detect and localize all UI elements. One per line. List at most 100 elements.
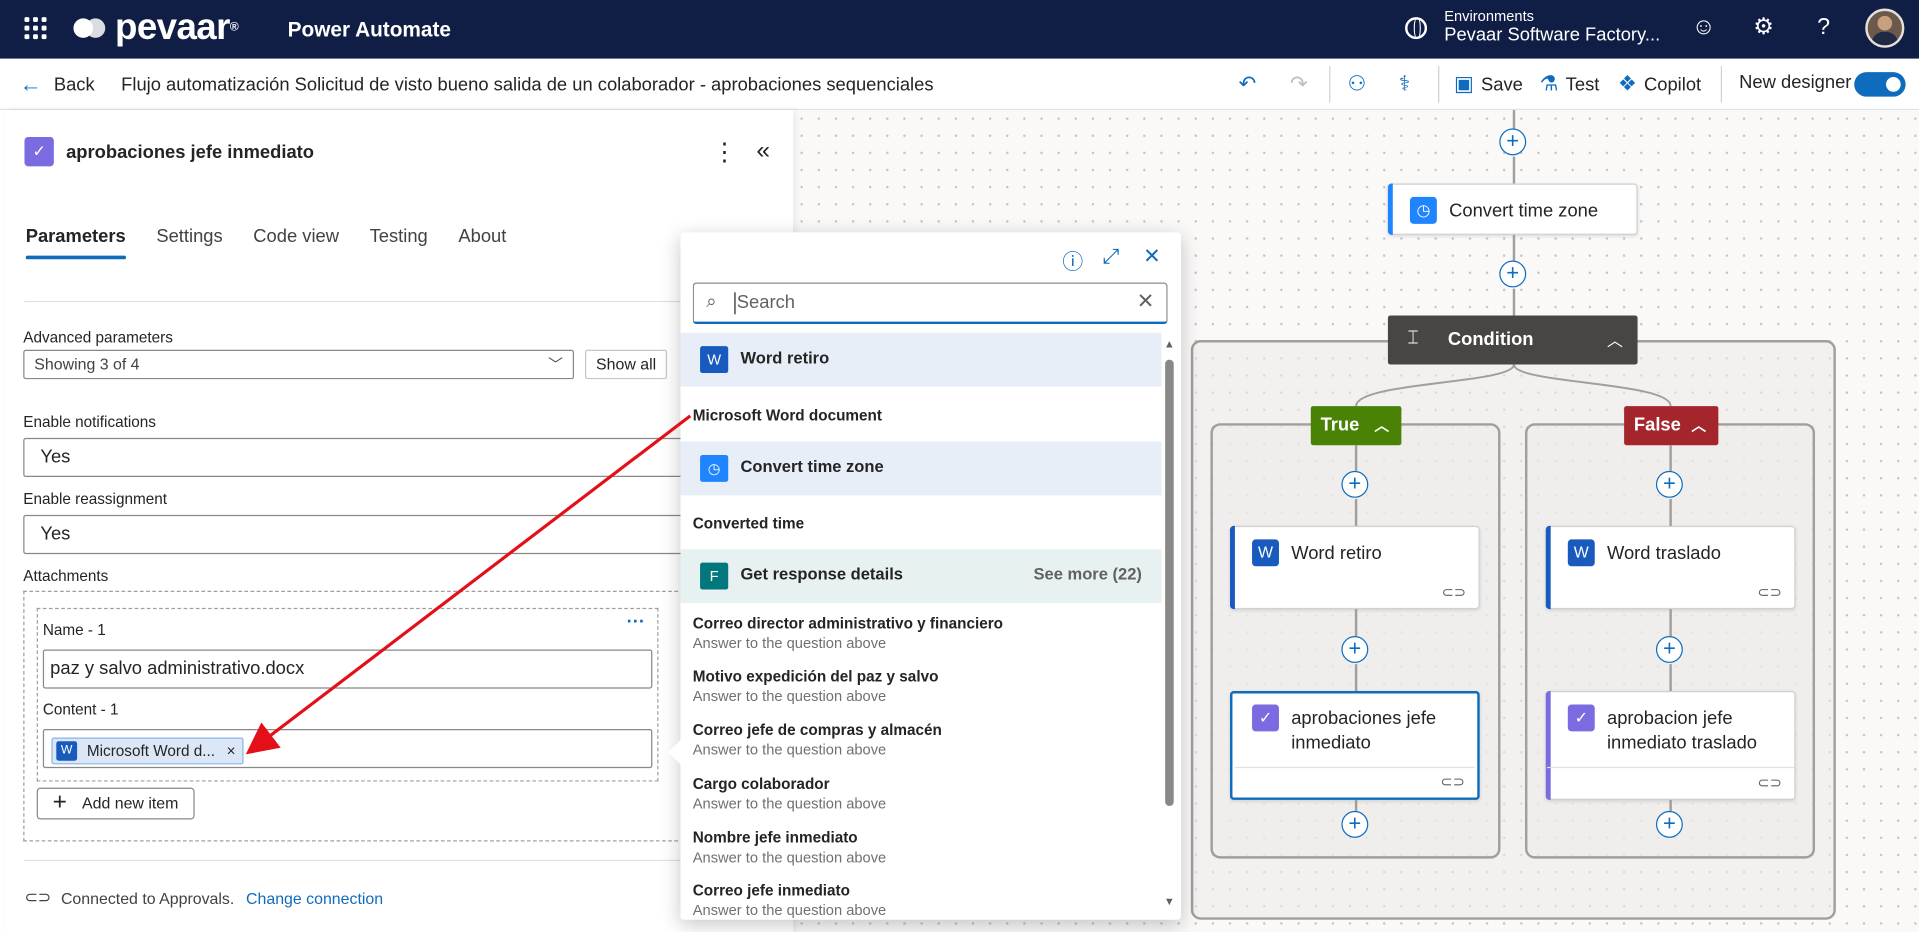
copilot-button[interactable]: ❖ Copilot — [1618, 72, 1701, 96]
list-item[interactable]: Cargo colaborador Answer to the question… — [693, 774, 1158, 813]
aprobaciones-jefe-inmediato-node[interactable]: ✓ aprobaciones jefe inmediato ⊂⊃ — [1230, 691, 1480, 800]
enable-notifications-field[interactable]: Yes — [23, 437, 685, 478]
save-button[interactable]: ▣ Save — [1454, 72, 1523, 96]
content-label: Content - 1 — [42, 700, 119, 718]
insert-step-plus-icon[interactable]: + — [1341, 636, 1369, 663]
token-remove-icon[interactable]: × — [227, 742, 236, 759]
list-item[interactable]: Correo jefe de compras y almacén Answer … — [693, 720, 1158, 759]
expand-icon[interactable]: ⤢ — [1103, 245, 1120, 269]
list-item[interactable]: Correo director administrativo y financi… — [693, 614, 1158, 653]
clear-icon[interactable]: ✕ — [1137, 290, 1154, 314]
connector — [1354, 445, 1357, 471]
connector — [1512, 234, 1515, 261]
dynamic-content-token[interactable]: W Microsoft Word d... × — [51, 737, 245, 765]
flow-checker-button[interactable]: ⚇ — [1348, 72, 1367, 96]
scroll-down-icon[interactable]: ▼ — [1164, 895, 1175, 907]
aprobacion-jefe-inmediato-traslado-node[interactable]: ✓ aprobacion jefe inmediato traslado ⊂⊃ — [1545, 691, 1796, 800]
list-item[interactable]: Correo jefe inmediato Answer to the ques… — [693, 881, 1158, 920]
show-all-button[interactable]: Show all — [585, 349, 668, 380]
group-convert-time-zone[interactable]: ◷ Convert time zone — [680, 441, 1162, 496]
smiley-icon[interactable]: ☺ — [1690, 15, 1717, 42]
divider — [24, 300, 774, 303]
scroll-thumb[interactable] — [1165, 359, 1174, 807]
see-more-link[interactable]: See more (22) — [1034, 565, 1142, 583]
content-field[interactable]: W Microsoft Word d... × — [42, 728, 653, 769]
tab-settings[interactable]: Settings — [156, 226, 222, 259]
help-icon[interactable]: ? — [1810, 15, 1837, 42]
panel-title[interactable]: aprobaciones jefe inmediato — [66, 142, 314, 163]
list-item[interactable]: Microsoft Word document — [693, 406, 1158, 426]
change-connection-link[interactable]: Change connection — [246, 889, 383, 907]
group-get-response-details[interactable]: F Get response details See more (22) — [680, 549, 1162, 603]
attachment-item: Name - 1 ··· paz y salvo administrativo.… — [36, 607, 659, 782]
group-label: Get response details — [740, 565, 904, 584]
scroll-up-icon[interactable]: ▲ — [1164, 338, 1175, 350]
environment-picker[interactable]: Pevaar Software Factory... — [1444, 24, 1660, 45]
test-button[interactable]: ⚗ Test — [1540, 72, 1600, 96]
search-input[interactable]: ⌕ Search ✕ — [692, 282, 1168, 325]
avatar[interactable] — [1865, 8, 1905, 48]
advanced-parameters-dropdown[interactable]: Showing 3 of 4 ﹀ — [23, 349, 575, 380]
insert-step-plus-icon[interactable]: + — [1655, 470, 1683, 498]
connected-text: Connected to Approvals. — [60, 888, 235, 907]
app-name[interactable]: Power Automate — [288, 18, 451, 42]
tab-testing[interactable]: Testing — [370, 226, 428, 259]
enable-reassignment-label: Enable reassignment — [23, 490, 167, 508]
branch-connectors — [1355, 364, 1672, 407]
false-branch-tag[interactable]: False ︿ — [1624, 406, 1719, 446]
list-item[interactable]: Converted time — [693, 514, 1158, 534]
divider — [1234, 766, 1475, 769]
word-traslado-node[interactable]: W Word traslado ⊂⊃ — [1545, 525, 1796, 610]
convert-time-zone-node[interactable]: ◷ Convert time zone — [1387, 183, 1638, 235]
waffle-icon[interactable] — [24, 17, 47, 40]
text-caret — [734, 292, 736, 315]
insert-step-plus-icon[interactable]: + — [1341, 810, 1369, 838]
insert-step-plus-icon[interactable]: + — [1655, 810, 1683, 838]
flyout-scrollbar[interactable]: ▲ ▼ — [1164, 333, 1175, 910]
enable-reassignment-field[interactable]: Yes — [23, 514, 685, 555]
top-bar: pevaar® Power Automate Environments Peva… — [0, 0, 1919, 59]
health-button[interactable]: ⚕ — [1399, 72, 1410, 96]
add-new-item-button[interactable]: Add new item — [36, 787, 195, 820]
tab-code-view[interactable]: Code view — [253, 226, 339, 259]
item-title: Nombre jefe inmediato — [692, 829, 858, 847]
item-menu-icon[interactable]: ··· — [627, 612, 645, 633]
word-retiro-node[interactable]: W Word retiro ⊂⊃ — [1230, 525, 1480, 610]
tab-about[interactable]: About — [458, 226, 506, 259]
list-item[interactable]: Nombre jefe inmediato Answer to the ques… — [693, 828, 1158, 867]
back-button[interactable]: ← Back — [20, 72, 95, 98]
word-icon: W — [1567, 539, 1595, 567]
insert-step-plus-icon[interactable]: + — [1655, 636, 1683, 663]
new-designer-toggle[interactable] — [1854, 72, 1906, 97]
redo-button[interactable]: ↷ — [1290, 72, 1307, 96]
group-word-retiro[interactable]: W Word retiro — [680, 332, 1162, 387]
connector — [1669, 799, 1672, 811]
more-options-icon[interactable]: ⋮ — [712, 137, 736, 168]
true-branch-tag[interactable]: True ︿ — [1310, 406, 1402, 446]
condition-node[interactable]: ⌶ Condition ︿ — [1387, 315, 1638, 365]
word-icon: W — [700, 346, 729, 374]
undo-button[interactable]: ↶ — [1239, 72, 1256, 96]
save-icon: ▣ — [1453, 72, 1474, 96]
undo-icon: ↶ — [1238, 72, 1257, 96]
chevron-up-icon[interactable]: ︿ — [1607, 328, 1623, 351]
list-item[interactable]: Motivo expedición del paz y salvo Answer… — [693, 667, 1158, 706]
insert-step-plus-icon[interactable]: + — [1499, 260, 1527, 288]
link-icon: ⊂⊃ — [1757, 774, 1782, 792]
node-accent — [1387, 183, 1393, 235]
insert-step-plus-icon[interactable]: + — [1499, 128, 1527, 156]
flask-icon: ⚗ — [1539, 72, 1559, 96]
clock-icon: ◷ — [700, 454, 729, 482]
insert-step-plus-icon[interactable]: + — [1341, 470, 1369, 498]
globe-icon[interactable] — [1405, 17, 1428, 40]
tab-parameters[interactable]: Parameters — [25, 226, 126, 260]
collapse-panel-icon[interactable]: « — [756, 137, 770, 165]
word-icon: W — [56, 741, 78, 761]
name-field[interactable]: paz y salvo administrativo.docx — [42, 649, 653, 689]
arrow-left-icon: ← — [19, 72, 42, 97]
info-icon[interactable]: ⓘ — [1062, 245, 1083, 276]
gear-icon[interactable]: ⚙ — [1750, 15, 1777, 42]
close-icon[interactable]: ✕ — [1143, 245, 1160, 269]
flow-checker-icon: ⚇ — [1347, 72, 1367, 96]
item-title: Correo director administrativo y financi… — [692, 615, 1004, 633]
